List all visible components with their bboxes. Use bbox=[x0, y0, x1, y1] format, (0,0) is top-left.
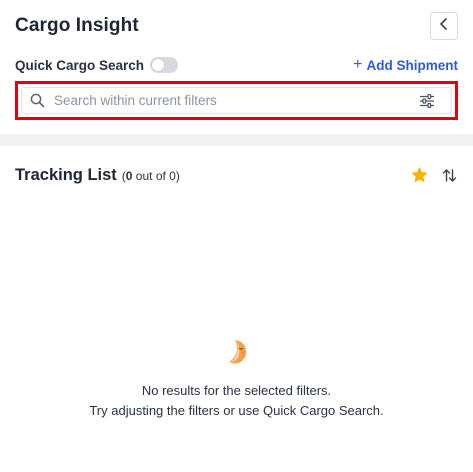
empty-state-hint: Try adjusting the filters or use Quick C… bbox=[89, 403, 384, 418]
add-shipment-button[interactable]: + Add Shipment bbox=[353, 56, 459, 73]
page-title: Cargo Insight bbox=[15, 15, 139, 36]
search-icon bbox=[30, 93, 46, 109]
sort-icon[interactable] bbox=[440, 166, 458, 184]
quick-search-row: Quick Cargo Search + Add Shipment bbox=[15, 55, 458, 75]
empty-state: No results for the selected filters. Try… bbox=[0, 338, 473, 421]
search-highlight-outline bbox=[15, 81, 458, 120]
star-icon[interactable] bbox=[410, 166, 428, 184]
cargo-insight-panel: Cargo Insight Quick Cargo Search + Add S… bbox=[0, 0, 473, 472]
search-input[interactable] bbox=[54, 93, 419, 108]
section-divider bbox=[0, 134, 473, 146]
chevron-left-icon bbox=[439, 17, 449, 35]
total-count: 0 bbox=[169, 169, 176, 183]
collapse-panel-button[interactable] bbox=[430, 12, 458, 40]
sliders-icon[interactable] bbox=[419, 92, 437, 110]
tracking-list-actions bbox=[410, 166, 458, 184]
tracking-list-title: Tracking List bbox=[15, 165, 117, 184]
add-shipment-label: Add Shipment bbox=[366, 57, 459, 73]
toggle-knob bbox=[152, 59, 165, 71]
tracking-list-count: (0 out of 0) bbox=[121, 169, 180, 183]
empty-state-message: No results for the selected filters. bbox=[141, 383, 332, 398]
quick-search-label: Quick Cargo Search bbox=[15, 57, 145, 73]
quick-search-toggle[interactable] bbox=[150, 57, 179, 73]
tracking-list-header: Tracking List (0 out of 0) bbox=[15, 164, 458, 186]
moon-icon bbox=[225, 338, 249, 366]
search-box bbox=[21, 87, 452, 114]
plus-icon: + bbox=[353, 56, 363, 73]
panel-header: Cargo Insight bbox=[15, 12, 458, 41]
